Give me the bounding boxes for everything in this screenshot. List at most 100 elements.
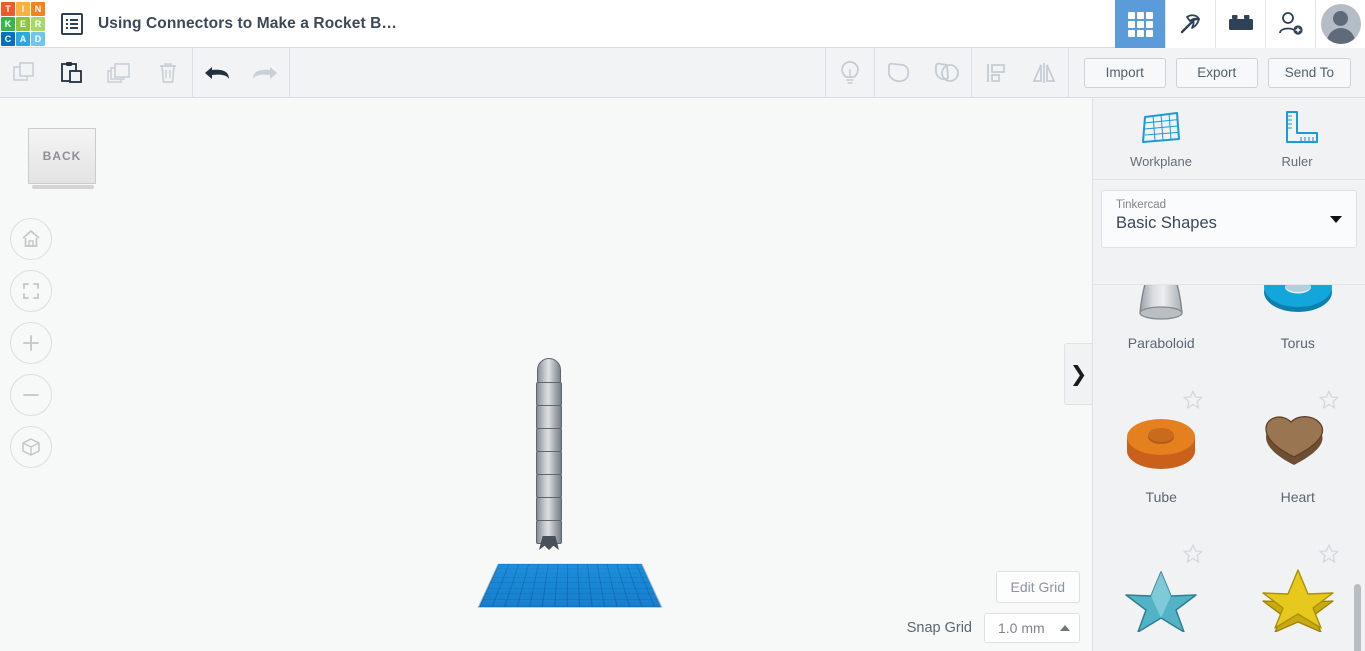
shape-item-heart[interactable]: Heart (1230, 383, 1365, 537)
align-button[interactable] (972, 48, 1020, 98)
gallery-grid-icon-button[interactable] (1115, 0, 1165, 48)
zoom-in-icon (23, 335, 39, 351)
user-avatar-button[interactable] (1315, 0, 1365, 48)
panel-tool-row: Workplane Ruler (1093, 98, 1365, 180)
snap-grid-label: Snap Grid (906, 620, 972, 636)
workplane-grid[interactable] (479, 564, 661, 608)
mirror-button[interactable] (1020, 48, 1068, 98)
shape-label: Torus (1280, 335, 1315, 351)
ungroup-button[interactable] (923, 48, 971, 98)
send-to-button[interactable]: Send To (1267, 57, 1351, 88)
logo-tile-a: A (16, 32, 30, 46)
snap-grid-select[interactable]: 1.0 mm (984, 613, 1080, 643)
workplane-tool-button[interactable]: Workplane (1093, 109, 1229, 169)
view-cube-face-label: BACK (28, 128, 96, 184)
align-icon (987, 63, 1005, 82)
delete-button[interactable] (144, 48, 192, 98)
import-button[interactable]: Import (1083, 57, 1166, 88)
group-button[interactable] (875, 48, 923, 98)
lightbulb-hint-icon (841, 60, 859, 84)
hint-button[interactable] (826, 48, 874, 98)
rocket-body-model[interactable] (534, 358, 564, 558)
view-cube[interactable]: BACK (28, 128, 96, 190)
ruler-icon (1286, 110, 1318, 143)
shape-item-star-yellow[interactable] (1230, 537, 1365, 651)
tinkercad-logo[interactable]: TIN KER CAD (0, 0, 46, 48)
rocket-segment (536, 497, 562, 521)
collapse-panel-button[interactable]: ❯ (1064, 343, 1092, 405)
shape-art (1257, 285, 1339, 331)
toolbar-action-buttons: Import Export Send To (1083, 57, 1365, 88)
main-toolbar: Import Export Send To (0, 47, 1365, 98)
undo-icon (205, 66, 229, 79)
group-shapes-icon (887, 62, 910, 82)
logo-tile-e: E (16, 17, 30, 31)
workplane-tool-label: Workplane (1130, 153, 1192, 169)
shapes-panel: Workplane Ruler Tinkercad Basic Shapes P… (1092, 98, 1365, 651)
logo-tile-i: I (16, 2, 30, 16)
favorite-star-icon[interactable] (1182, 389, 1204, 416)
perspective-toggle-icon (22, 438, 40, 456)
ruler-tool-label: Ruler (1281, 153, 1313, 169)
logo-tile-t: T (1, 2, 15, 16)
brick-icon (1228, 15, 1253, 30)
fit-to-view-button[interactable] (10, 270, 52, 312)
shape-item-torus[interactable]: Torus (1230, 285, 1365, 383)
model-stage (430, 348, 690, 608)
shape-library-name: Basic Shapes (1116, 214, 1217, 232)
mirror-flip-icon (1032, 62, 1056, 83)
shapes-scrollbar[interactable] (1354, 284, 1362, 651)
duplicate-button[interactable] (96, 48, 144, 98)
rocket-segment (536, 474, 562, 498)
shape-item-paraboloid[interactable]: Paraboloid (1093, 285, 1230, 383)
favorite-star-icon[interactable] (1318, 543, 1340, 570)
toolbar-divider (1068, 47, 1069, 98)
redo-button[interactable] (241, 48, 289, 98)
3d-viewport[interactable]: BACK ❯ Edit Grid Snap Grid 1.0 mm (0, 98, 1092, 651)
logo-tile-d: D (31, 32, 45, 46)
export-button[interactable]: Export (1175, 57, 1258, 88)
ruler-tool-button[interactable]: Ruler (1229, 109, 1365, 169)
undo-button[interactable] (193, 48, 241, 98)
brick-icon-button[interactable] (1215, 0, 1265, 48)
shape-item-tube[interactable]: Tube (1093, 383, 1230, 537)
zoom-out-icon (23, 394, 39, 396)
logo-tile-k: K (1, 17, 15, 31)
shape-item-star-teal[interactable] (1093, 537, 1230, 651)
pickaxe-icon-button[interactable] (1165, 0, 1215, 48)
avatar (1320, 4, 1361, 44)
rocket-nose-cone (537, 358, 561, 384)
shape-library-select[interactable]: Tinkercad Basic Shapes (1101, 190, 1357, 248)
favorite-star-icon[interactable] (1182, 543, 1204, 570)
snap-grid-row: Snap Grid 1.0 mm (907, 613, 1080, 643)
toolbar-divider (289, 47, 290, 98)
snap-grid-value: 1.0 mm (998, 620, 1045, 636)
zoom-in-button[interactable] (10, 322, 52, 364)
perspective-toggle-button[interactable] (10, 426, 52, 468)
rocket-segment (536, 451, 562, 475)
add-user-icon-button[interactable] (1265, 0, 1315, 48)
rocket-segment (536, 382, 562, 406)
chevron-down-icon (1330, 216, 1342, 223)
shape-label: Heart (1280, 489, 1315, 505)
paste-button[interactable] (48, 48, 96, 98)
favorite-star-icon[interactable] (1318, 389, 1340, 416)
view-navigation-controls (10, 218, 52, 468)
top-bar: TIN KER CAD Using Connectors to Make a Roc… (0, 0, 1365, 48)
logo-tile-n: N (31, 2, 45, 16)
page-title: Using Connectors to Make a Rocket B… (98, 14, 398, 32)
copy-icon (13, 61, 34, 81)
chevron-up-icon (1060, 625, 1070, 631)
shape-tools-group (826, 47, 1068, 98)
logo-tile-r: R (31, 17, 45, 31)
shape-label: Tube (1145, 489, 1177, 505)
shapes-list[interactable]: Paraboloid Torus Tube Heart (1093, 284, 1365, 651)
edit-grid-button[interactable]: Edit Grid (995, 571, 1080, 603)
pickaxe-icon (1180, 14, 1200, 34)
scrollbar-thumb[interactable] (1354, 584, 1361, 651)
project-list-button[interactable] (46, 0, 98, 48)
zoom-out-button[interactable] (10, 374, 52, 416)
home-view-button[interactable] (10, 218, 52, 260)
duplicate-icon (107, 62, 130, 83)
copy-button[interactable] (0, 48, 48, 98)
